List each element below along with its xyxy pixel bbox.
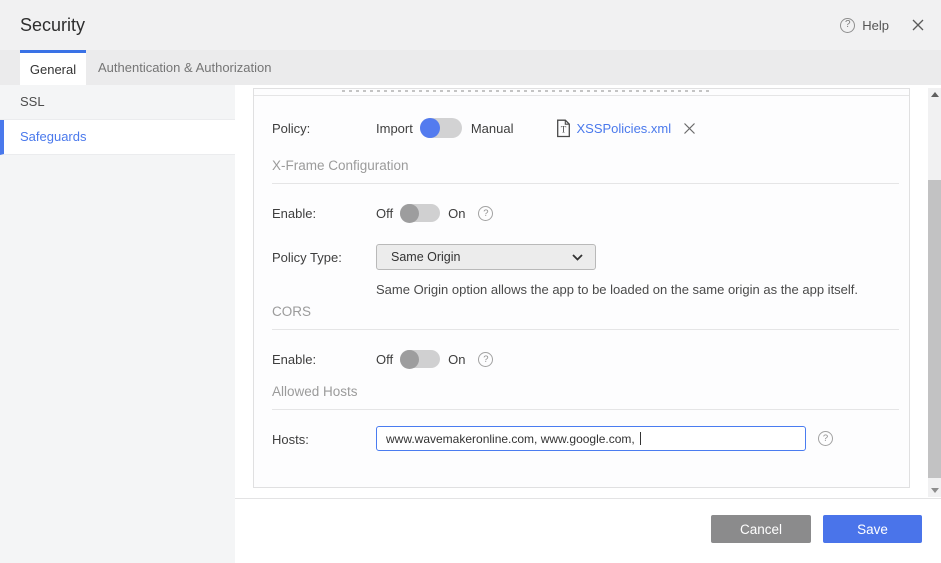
- dialog-header: Security ? Help: [0, 0, 941, 50]
- uploaded-file: T XSSPolicies.xml: [556, 119, 696, 138]
- chevron-down-icon: [572, 253, 583, 261]
- toggle-knob: [419, 118, 440, 138]
- enable-label: Enable:: [272, 205, 317, 221]
- help-link[interactable]: Help: [862, 18, 889, 33]
- divider: [272, 329, 899, 330]
- hosts-help-icon[interactable]: ?: [818, 431, 833, 446]
- cors-section-title: CORS: [272, 304, 312, 319]
- policy-type-value: Same Origin: [391, 250, 461, 264]
- vertical-scrollbar[interactable]: [928, 88, 941, 497]
- content-area: Policy: Import Manual T XSSPolicies.xml: [235, 85, 941, 563]
- header-actions: ? Help: [840, 0, 925, 50]
- divider: [272, 183, 899, 184]
- svg-text:T: T: [561, 124, 567, 134]
- off-label: Off: [376, 351, 394, 367]
- policy-row: Policy: Import Manual T XSSPolicies.xml: [272, 116, 899, 140]
- on-label: On: [448, 205, 466, 221]
- import-label: Import: [376, 120, 413, 136]
- remove-file-icon[interactable]: [683, 122, 696, 135]
- cors-enable-help-icon[interactable]: ?: [478, 351, 494, 367]
- xframe-enable-help-icon[interactable]: ?: [478, 205, 494, 221]
- toggle-knob: [400, 203, 420, 223]
- hosts-label: Hosts:: [272, 431, 309, 447]
- file-name-link[interactable]: XSSPolicies.xml: [576, 121, 671, 136]
- security-dialog: Security ? Help General Authentication &…: [0, 0, 941, 563]
- cors-enable-row: Enable: Off On ?: [272, 347, 899, 371]
- tab-bar: General Authentication & Authorization: [0, 50, 941, 85]
- hosts-input-value: www.wavemakeronline.com, www.google.com,: [386, 431, 639, 446]
- on-label: On: [448, 351, 466, 367]
- enable-label: Enable:: [272, 351, 317, 367]
- policy-type-label: Policy Type:: [272, 249, 342, 265]
- footer-divider: [235, 498, 941, 499]
- sidebar: SSL Safeguards: [0, 85, 235, 563]
- xml-file-icon: T: [556, 119, 571, 138]
- policy-type-select[interactable]: Same Origin: [376, 244, 596, 270]
- cancel-button[interactable]: Cancel: [711, 515, 811, 543]
- xframe-enable-row: Enable: Off On ?: [272, 201, 899, 225]
- divider: [272, 409, 899, 410]
- scroll-up-arrow-icon[interactable]: [928, 88, 941, 101]
- close-icon[interactable]: [911, 18, 925, 32]
- divider: [254, 95, 909, 96]
- policy-import-manual-toggle[interactable]: [419, 118, 462, 138]
- policy-type-hint: Same Origin option allows the app to be …: [376, 282, 859, 297]
- xframe-enable-toggle[interactable]: [400, 203, 441, 223]
- page-title: Security: [20, 15, 86, 35]
- sidebar-item-ssl[interactable]: SSL: [0, 85, 235, 120]
- off-label: Off: [376, 205, 394, 221]
- text-cursor: [640, 432, 642, 445]
- allowed-hosts-section-title: Allowed Hosts: [272, 384, 358, 399]
- sidebar-item-safeguards[interactable]: Safeguards: [0, 120, 235, 155]
- tab-authentication-authorization[interactable]: Authentication & Authorization: [86, 50, 283, 85]
- toggle-knob: [400, 349, 420, 369]
- hosts-input[interactable]: www.wavemakeronline.com, www.google.com,: [376, 426, 806, 451]
- scrollbar-thumb[interactable]: [928, 180, 941, 478]
- scroll-down-arrow-icon[interactable]: [928, 484, 941, 497]
- safeguards-form-panel: Policy: Import Manual T XSSPolicies.xml: [253, 88, 910, 488]
- tab-general[interactable]: General: [20, 50, 86, 85]
- help-icon[interactable]: ?: [840, 17, 856, 33]
- xframe-section-title: X-Frame Configuration: [272, 158, 409, 173]
- policy-label: Policy:: [272, 120, 311, 136]
- clipped-text-remnant: [342, 90, 710, 92]
- cors-enable-toggle[interactable]: [400, 349, 441, 369]
- manual-label: Manual: [470, 120, 514, 136]
- save-button[interactable]: Save: [823, 515, 922, 543]
